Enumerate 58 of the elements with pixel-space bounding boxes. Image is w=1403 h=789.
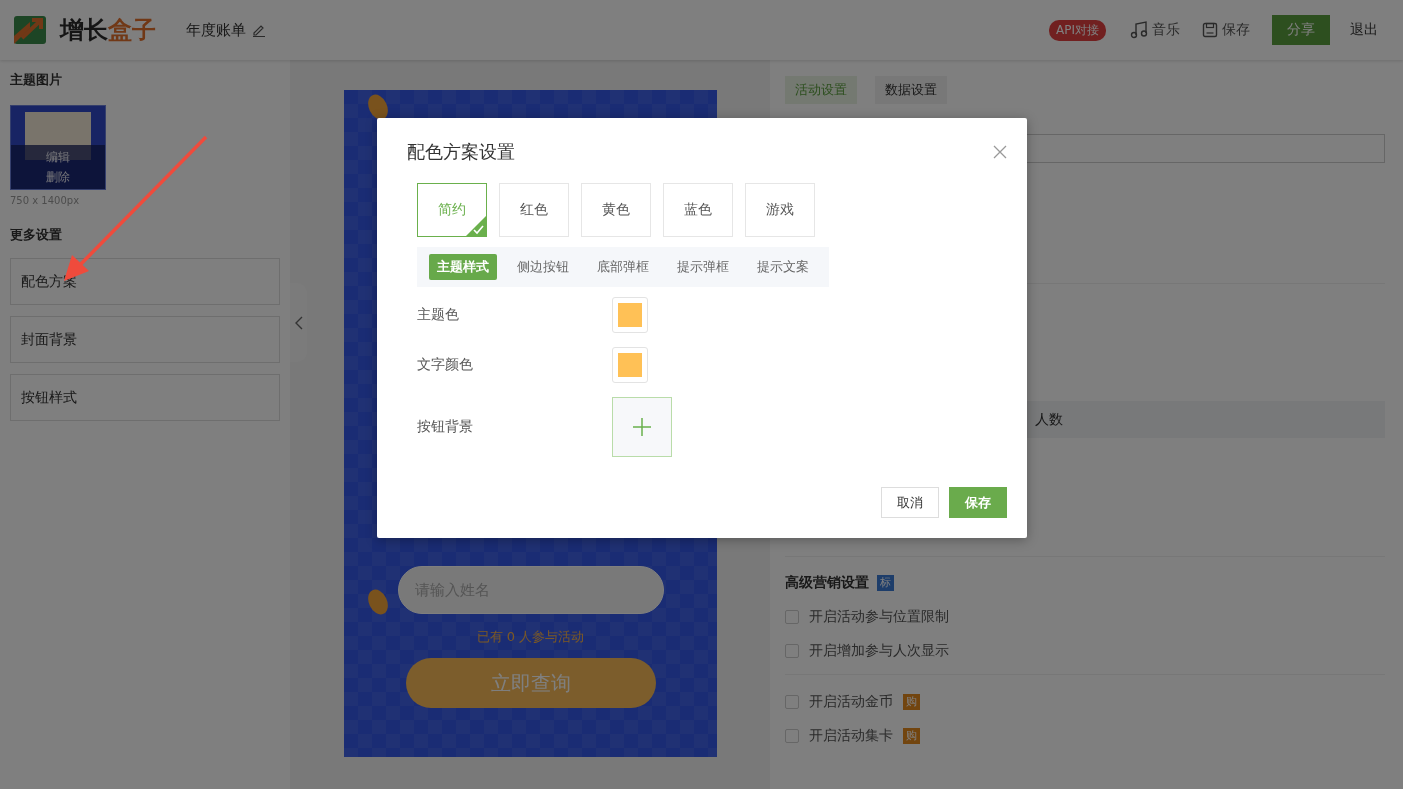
settings-item[interactable]: 封面背景 [10, 316, 280, 363]
style-tab[interactable]: 底部弹框 [589, 254, 657, 280]
option-label: 开启增加参与人次显示 [809, 642, 949, 660]
section-heading: 更多设置 [10, 226, 63, 244]
style-tab[interactable]: 提示弹框 [669, 254, 737, 280]
save-button[interactable]: 保存 [1202, 21, 1250, 39]
edit-icon[interactable] [252, 23, 266, 37]
style-tab[interactable]: 主题样式 [429, 254, 497, 280]
field-label: 按钮背景 [417, 418, 474, 436]
share-button[interactable]: 分享 [1272, 15, 1330, 45]
dialog-title: 配色方案设置 [407, 140, 515, 164]
plus-icon [633, 418, 651, 436]
standard-badge: 标 [877, 575, 894, 591]
music-note-icon [1130, 21, 1148, 39]
coin-icon [366, 587, 390, 617]
settings-item[interactable]: 按钮样式 [10, 374, 280, 421]
color-picker[interactable] [612, 347, 648, 383]
scheme-option[interactable]: 简约 [417, 183, 487, 237]
scheme-option[interactable]: 红色 [499, 183, 569, 237]
color-picker[interactable] [612, 297, 648, 333]
close-icon [993, 145, 1007, 159]
settings-tab[interactable]: 数据设置 [875, 76, 947, 104]
purchase-badge: 购 [903, 728, 920, 744]
option-label: 开启活动参与位置限制 [809, 608, 949, 626]
scheme-option[interactable]: 黄色 [581, 183, 651, 237]
close-button[interactable] [993, 145, 1007, 159]
chevron-left-icon [294, 315, 303, 330]
upload-button[interactable] [612, 397, 672, 457]
logo-text-accent: 盒子 [108, 16, 156, 44]
save-icon [1202, 22, 1218, 38]
field-label: 主题色 [417, 306, 460, 324]
option-label: 开启活动集卡 [809, 727, 893, 745]
logo-text: 增长 [60, 16, 108, 44]
purchase-badge: 购 [903, 694, 920, 710]
exit-link[interactable]: 退出 [1350, 21, 1378, 39]
section-heading: 高级营销设置 [785, 574, 869, 592]
api-badge[interactable]: API对接 [1049, 19, 1106, 41]
cancel-button[interactable]: 取消 [881, 487, 939, 518]
thumbnail-action[interactable]: 删除 [46, 167, 70, 187]
scheme-option[interactable]: 游戏 [745, 183, 815, 237]
music-button[interactable]: 音乐 [1130, 21, 1180, 39]
document-title: 年度账单 [186, 20, 246, 40]
logo-icon [14, 16, 46, 44]
option-label: 开启活动金币 [809, 693, 893, 711]
checkbox[interactable] [785, 644, 799, 658]
participant-count: 已有 0 人参与活动 [476, 628, 585, 646]
selected-check-icon [466, 216, 486, 236]
thumbnail-action[interactable]: 编辑 [46, 147, 70, 167]
section-heading: 主题图片 [10, 71, 63, 89]
checkbox[interactable] [785, 729, 799, 743]
theme-image-thumbnail[interactable]: 编辑 删除 [10, 105, 106, 190]
checkbox[interactable] [785, 695, 799, 709]
checkbox[interactable] [785, 610, 799, 624]
save-button[interactable]: 保存 [949, 487, 1007, 518]
scheme-option[interactable]: 蓝色 [663, 183, 733, 237]
style-tab[interactable]: 侧边按钮 [509, 254, 577, 280]
style-tab[interactable]: 提示文案 [749, 254, 817, 280]
field-label: 文字颜色 [417, 356, 474, 374]
